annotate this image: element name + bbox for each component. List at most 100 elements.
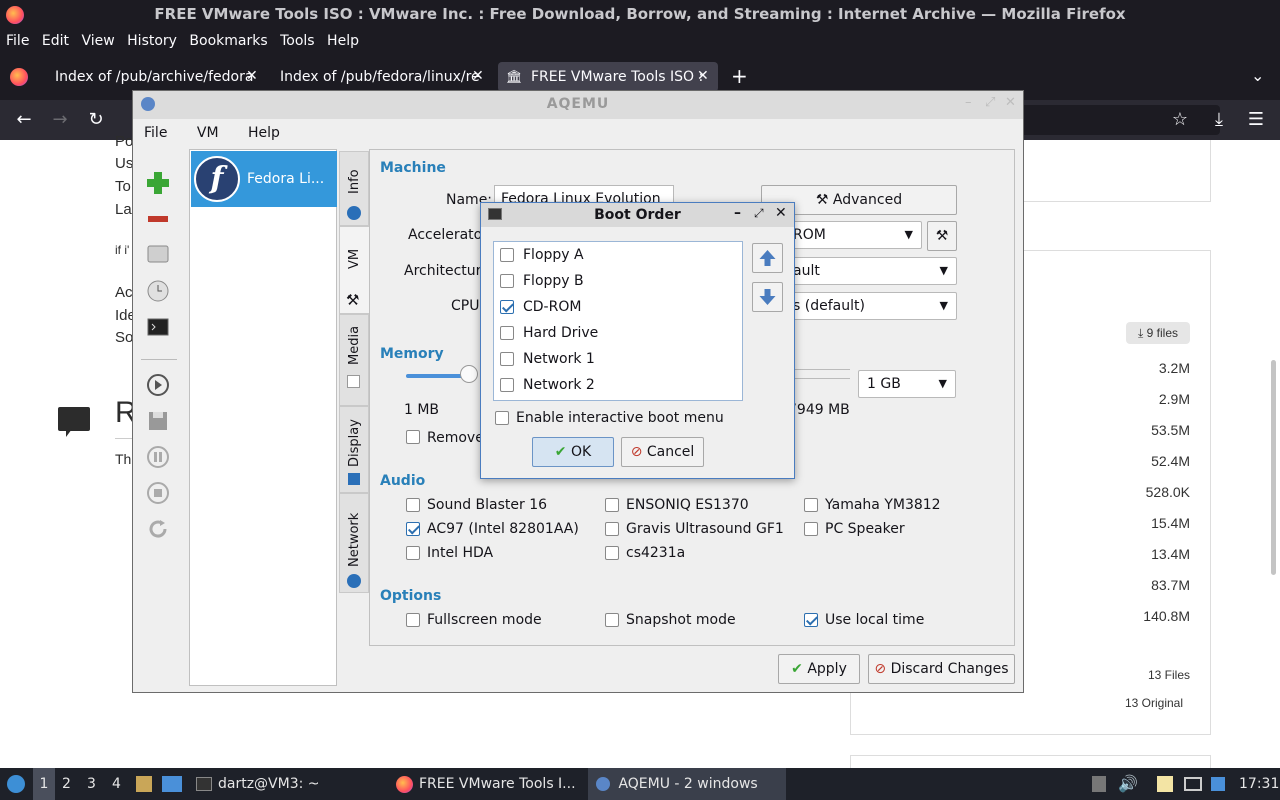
minimize-icon[interactable]: –	[965, 95, 972, 110]
maximize-icon[interactable]: ⤢	[985, 95, 995, 110]
ok-button[interactable]: ✔ OK	[532, 437, 614, 467]
move-down-button[interactable]	[752, 282, 783, 312]
aqemu-menu-file[interactable]: File	[144, 125, 167, 141]
tab-fedora-linux[interactable]: Index of /pub/fedora/linux/re	[270, 62, 495, 92]
bookmark-star-icon[interactable]: ☆	[1168, 108, 1192, 132]
show-desktop-icon[interactable]	[162, 776, 182, 792]
discard-button[interactable]: ⊘ Discard Changes	[868, 654, 1015, 684]
network-icon[interactable]	[1184, 777, 1202, 791]
tab-close-icon[interactable]: ✕	[697, 68, 709, 84]
add-vm-icon[interactable]	[145, 170, 171, 196]
boot-checkbox[interactable]	[500, 300, 514, 314]
boot-checkbox[interactable]	[500, 326, 514, 340]
audio-checkbox[interactable]	[605, 522, 619, 536]
workspace-4[interactable]: 4	[112, 768, 121, 800]
start-menu-icon[interactable]	[7, 775, 25, 793]
list-tabs-icon[interactable]: ⌄	[1251, 66, 1264, 85]
menu-file[interactable]: File	[6, 33, 29, 49]
remove-checkbox[interactable]	[406, 430, 420, 444]
tab-vmware-tools[interactable]: 🏛 FREE VMware Tools ISO :	[498, 62, 718, 92]
reset-icon[interactable]	[145, 516, 171, 542]
close-icon[interactable]: ✕	[1005, 95, 1016, 110]
taskbar-firefox[interactable]: FREE VMware Tools I...	[419, 768, 576, 800]
tab-network[interactable]: Network	[339, 493, 369, 593]
audio-checkbox[interactable]	[406, 522, 420, 536]
tab-close-icon[interactable]: ✕	[246, 68, 258, 84]
workspace-3[interactable]: 3	[87, 768, 96, 800]
tab-fedora-archive[interactable]: Index of /pub/archive/fedora	[45, 62, 265, 92]
option-checkbox[interactable]	[406, 613, 420, 627]
minimize-icon[interactable]: –	[734, 205, 741, 221]
boot-checkbox[interactable]	[500, 248, 514, 262]
workspace-1[interactable]: 1	[33, 768, 55, 800]
close-icon[interactable]: ✕	[775, 205, 787, 221]
option-checkbox[interactable]	[605, 613, 619, 627]
boot-checkbox[interactable]	[500, 378, 514, 392]
audio-checkbox[interactable]	[804, 522, 818, 536]
menu-edit[interactable]: Edit	[42, 33, 69, 49]
new-tab-icon[interactable]: +	[731, 64, 748, 88]
pause-icon[interactable]	[145, 444, 171, 470]
memory-slider-handle[interactable]	[460, 365, 478, 383]
app-menu-icon[interactable]: ☰	[1244, 108, 1268, 132]
reload-icon[interactable]: ↻	[84, 108, 108, 132]
boot-item-network-2[interactable]: Network 2	[494, 372, 742, 398]
clock-icon[interactable]	[145, 278, 171, 304]
forward-icon[interactable]: →	[48, 108, 72, 132]
boot-item-hard-drive[interactable]: Hard Drive	[494, 320, 742, 346]
menu-history[interactable]: History	[127, 33, 177, 49]
interactive-boot-checkbox[interactable]	[495, 411, 509, 425]
firefox-view-icon[interactable]	[10, 68, 28, 86]
audio-checkbox[interactable]	[804, 498, 818, 512]
drive-icon[interactable]	[145, 241, 171, 267]
page-scrollbar[interactable]	[1271, 360, 1276, 575]
cancel-button[interactable]: ⊘ Cancel	[621, 437, 704, 467]
menu-help[interactable]: Help	[327, 33, 359, 49]
move-up-button[interactable]	[752, 243, 783, 273]
apply-button[interactable]: ✔ Apply	[778, 654, 860, 684]
aqemu-menu-vm[interactable]: VM	[197, 125, 219, 141]
vm-list-item[interactable]: f Fedora Li...	[191, 151, 337, 207]
terminal-icon[interactable]	[145, 314, 171, 340]
memory-size-combo[interactable]: 1 GB ▼	[858, 370, 956, 398]
menu-view[interactable]: View	[81, 33, 114, 49]
workspace-2[interactable]: 2	[62, 768, 71, 800]
cpu-combo[interactable]: s (default) ▼	[784, 292, 957, 320]
files-badge[interactable]: ⤓ 9 files	[1126, 322, 1190, 344]
delete-vm-icon[interactable]	[145, 206, 171, 232]
architecture-combo[interactable]: ault ▼	[784, 257, 957, 285]
menu-tools[interactable]: Tools	[280, 33, 315, 49]
machine-settings-button[interactable]: ⚒	[927, 221, 957, 251]
boot-item-cdrom[interactable]: CD-ROM	[494, 294, 742, 320]
boot-item-floppy-a[interactable]: Floppy A	[494, 242, 742, 268]
aqemu-menu-help[interactable]: Help	[248, 125, 280, 141]
volume-icon[interactable]: 🔊	[1118, 768, 1138, 800]
taskbar-terminal[interactable]: dartz@VM3: ~	[218, 768, 320, 800]
tab-close-icon[interactable]: ✕	[472, 68, 484, 84]
audio-checkbox[interactable]	[605, 546, 619, 560]
taskbar-aqemu[interactable]: AQEMU - 2 windows	[588, 768, 786, 800]
back-icon[interactable]: ←	[12, 108, 36, 132]
maximize-icon[interactable]: ⤢	[754, 206, 764, 221]
menu-bookmarks[interactable]: Bookmarks	[189, 33, 267, 49]
boot-item-floppy-b[interactable]: Floppy B	[494, 268, 742, 294]
start-icon[interactable]	[145, 372, 171, 398]
audio-checkbox[interactable]	[406, 546, 420, 560]
file-manager-icon[interactable]	[136, 776, 152, 792]
tab-media[interactable]: Media	[339, 314, 369, 406]
notification-icon[interactable]	[1211, 777, 1225, 791]
clock[interactable]: 17:31	[1239, 768, 1279, 800]
stop-icon[interactable]	[145, 480, 171, 506]
boot-checkbox[interactable]	[500, 274, 514, 288]
machine-combo[interactable]: ROM ▼	[784, 221, 922, 249]
downloads-icon[interactable]: ⤓	[1207, 108, 1231, 132]
clipboard-icon[interactable]	[1157, 776, 1173, 792]
audio-checkbox[interactable]	[605, 498, 619, 512]
save-icon[interactable]	[145, 408, 171, 434]
tab-vm[interactable]: VM ⚒	[339, 226, 369, 314]
tab-display[interactable]: Display	[339, 406, 369, 493]
tab-info[interactable]: Info	[339, 151, 369, 226]
option-checkbox[interactable]	[804, 613, 818, 627]
boot-item-network-1[interactable]: Network 1	[494, 346, 742, 372]
tray-icon[interactable]	[1092, 776, 1106, 792]
